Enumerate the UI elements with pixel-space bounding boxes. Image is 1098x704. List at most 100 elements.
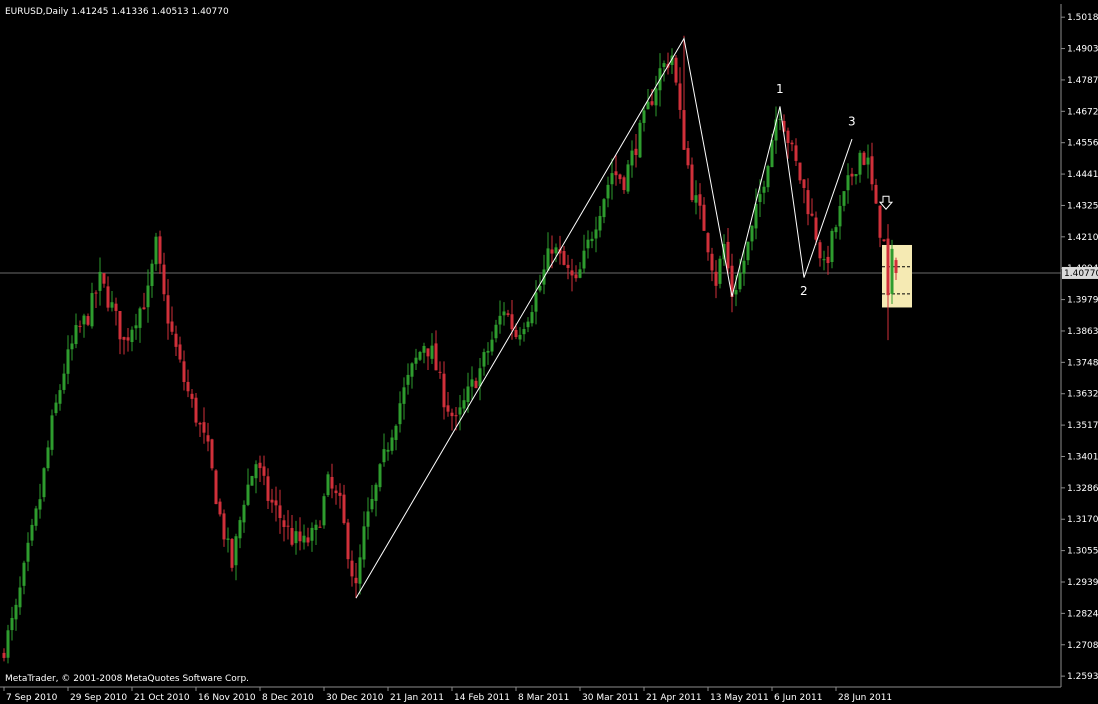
candle-body bbox=[170, 321, 174, 332]
candle-body bbox=[62, 373, 66, 390]
candle-body bbox=[626, 164, 630, 192]
candle-body bbox=[114, 303, 118, 311]
candle-body bbox=[882, 239, 886, 242]
candle-body bbox=[838, 206, 842, 227]
candle-body bbox=[654, 88, 658, 106]
price-chart[interactable]: 1 2 3 1.50185 1.49030 1.47875 1.46720 1.45565 1… bbox=[0, 0, 1098, 704]
candle-body bbox=[578, 269, 582, 278]
candle-body bbox=[482, 352, 486, 367]
price-tick-label: 1.30550 bbox=[1067, 547, 1098, 557]
candle-body bbox=[218, 501, 222, 515]
candle-body bbox=[370, 499, 374, 510]
candle-body bbox=[814, 217, 818, 240]
candle-body bbox=[686, 148, 690, 166]
candle-body bbox=[514, 330, 518, 338]
candle-body bbox=[526, 321, 530, 328]
candle-body bbox=[586, 239, 590, 249]
candle-body bbox=[766, 166, 770, 188]
candle-body bbox=[134, 325, 138, 329]
candle-body bbox=[758, 194, 762, 203]
candle-body bbox=[426, 348, 430, 357]
candle-body bbox=[106, 286, 110, 308]
price-tick-label: 1.44410 bbox=[1067, 170, 1098, 180]
price-tick-label: 1.27085 bbox=[1067, 641, 1098, 651]
candle-body bbox=[846, 175, 850, 191]
candle-body bbox=[374, 484, 378, 501]
candle-body bbox=[630, 150, 634, 166]
candle-body bbox=[346, 522, 350, 560]
candle-body bbox=[26, 542, 30, 562]
candle-body bbox=[210, 439, 214, 469]
candle-body bbox=[22, 562, 26, 586]
candle-body bbox=[694, 195, 698, 203]
candle-body bbox=[78, 325, 82, 327]
candle-body bbox=[154, 236, 158, 265]
candle-body bbox=[402, 387, 406, 404]
candle-body bbox=[190, 393, 194, 399]
swing-label: 2 bbox=[800, 284, 808, 298]
time-tick-label: 28 Jun 2011 bbox=[838, 693, 892, 703]
candle-body bbox=[294, 531, 298, 544]
candle-body bbox=[430, 345, 434, 359]
candle-body bbox=[6, 630, 10, 658]
time-tick-label: 8 Dec 2010 bbox=[262, 693, 314, 703]
candle-body bbox=[350, 560, 354, 577]
candle-body bbox=[86, 316, 90, 325]
candle-body bbox=[634, 148, 638, 156]
current-price-label: 1.40770 bbox=[1064, 269, 1098, 279]
candle-body bbox=[646, 101, 650, 110]
candle-body bbox=[178, 344, 182, 360]
candle-body bbox=[394, 425, 398, 440]
candle-body bbox=[74, 325, 78, 345]
candle-body bbox=[866, 157, 870, 165]
candle-body bbox=[342, 494, 346, 524]
time-tick-label: 30 Dec 2010 bbox=[326, 693, 384, 703]
candle-body bbox=[38, 499, 42, 510]
candle-body bbox=[602, 199, 606, 218]
candle-body bbox=[510, 314, 514, 330]
candle-body bbox=[246, 484, 250, 505]
time-tick-label: 21 Oct 2010 bbox=[134, 693, 190, 703]
price-tick-label: 1.45565 bbox=[1067, 139, 1098, 149]
candle-body bbox=[182, 361, 186, 382]
candle-body bbox=[386, 449, 390, 452]
candle-body bbox=[506, 313, 510, 315]
candle-body bbox=[378, 464, 382, 488]
candle-body bbox=[618, 174, 622, 180]
candle-body bbox=[262, 466, 266, 476]
candle-body bbox=[2, 652, 6, 658]
candle-body bbox=[598, 215, 602, 231]
candle-body bbox=[94, 292, 98, 294]
candle-body bbox=[830, 230, 834, 263]
candle-body bbox=[490, 339, 494, 352]
time-tick-label: 21 Apr 2011 bbox=[646, 693, 702, 703]
time-tick-label: 6 Jun 2011 bbox=[774, 693, 822, 703]
candle-body bbox=[10, 617, 14, 631]
candle-body bbox=[474, 380, 478, 389]
candle-body bbox=[890, 248, 894, 294]
candle-body bbox=[690, 164, 694, 201]
candle-body bbox=[162, 264, 166, 295]
candle-body bbox=[118, 310, 122, 340]
candle-body bbox=[818, 242, 822, 259]
candle-body bbox=[518, 334, 522, 340]
price-tick-label: 1.37480 bbox=[1067, 358, 1098, 368]
candle-body bbox=[214, 470, 218, 505]
candle-body bbox=[206, 435, 210, 442]
candle-body bbox=[610, 173, 614, 185]
price-tick-label: 1.46720 bbox=[1067, 107, 1098, 117]
candle-body bbox=[606, 184, 610, 199]
candle-body bbox=[330, 476, 334, 489]
candle-body bbox=[234, 536, 238, 566]
candle-body bbox=[742, 260, 746, 274]
candle-body bbox=[454, 415, 458, 417]
candle-body bbox=[138, 308, 142, 328]
candle-body bbox=[366, 511, 370, 527]
candle-body bbox=[494, 324, 498, 339]
candle-body bbox=[334, 490, 338, 494]
candle-body bbox=[278, 505, 282, 519]
candle-body bbox=[822, 259, 826, 261]
candle-body bbox=[450, 412, 454, 417]
candle-body bbox=[874, 184, 878, 204]
candle-body bbox=[786, 130, 790, 143]
